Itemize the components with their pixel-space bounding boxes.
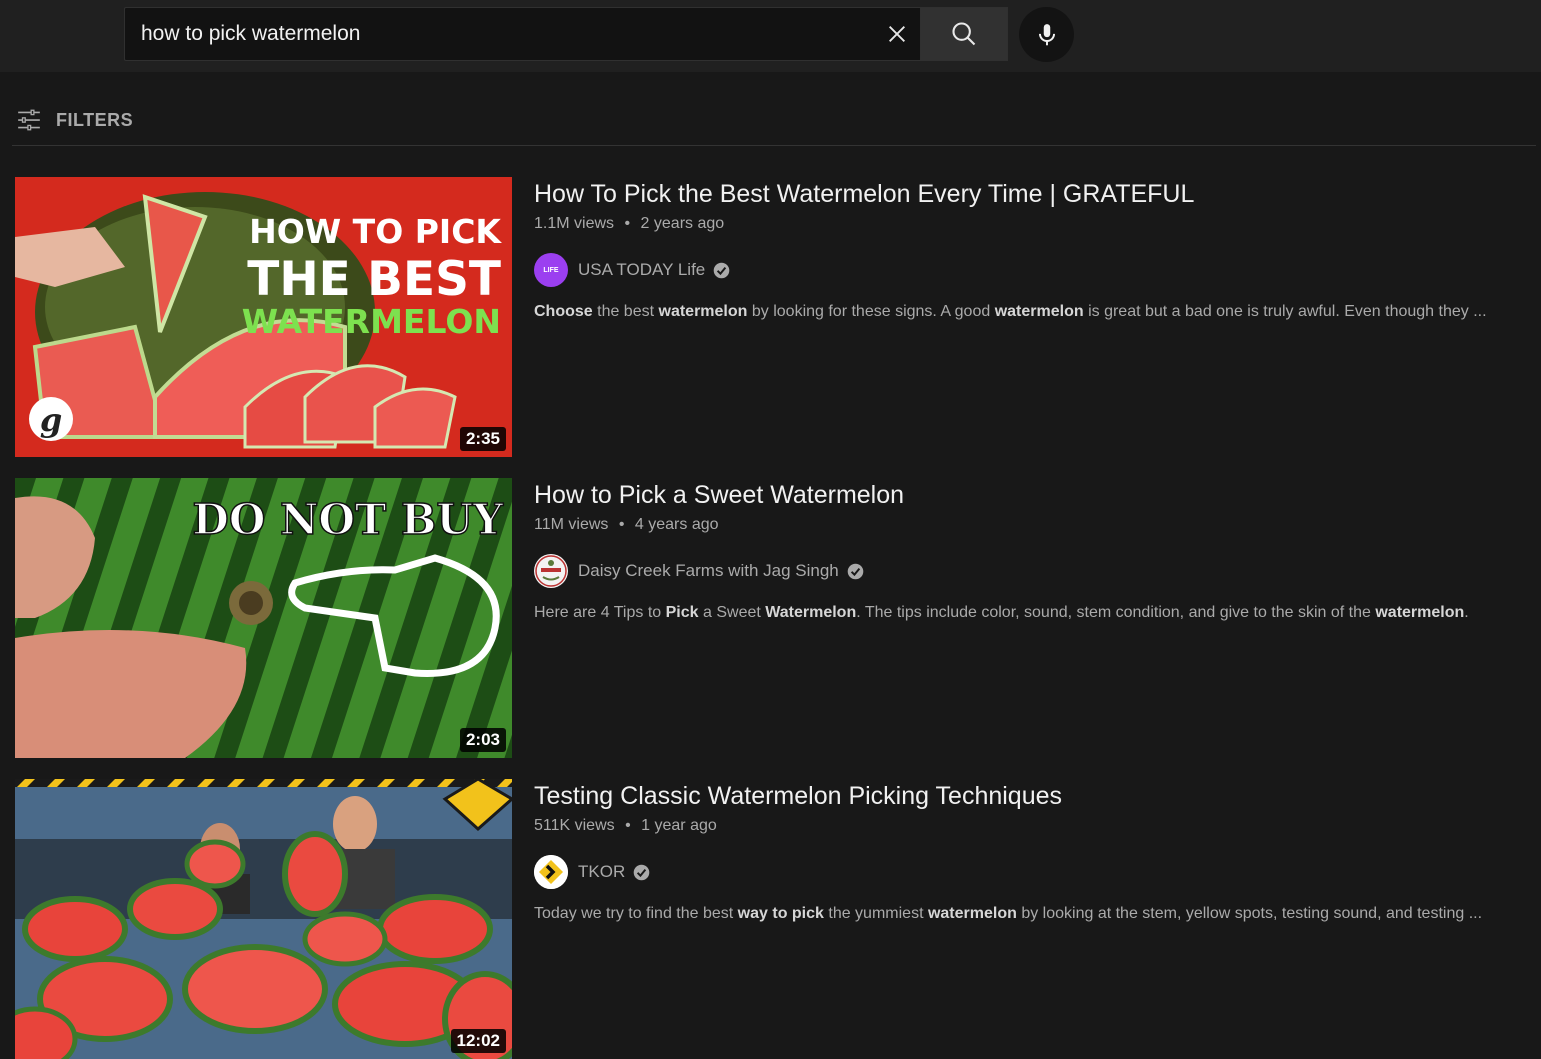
tkor-logo-icon xyxy=(534,855,568,889)
highlighted-keyword: watermelon xyxy=(994,303,1084,320)
thumbnail-text-line: HOW TO PICK xyxy=(249,212,502,251)
video-info: Testing Classic Watermelon Picking Techn… xyxy=(534,779,1524,925)
video-description: Today we try to find the best way to pic… xyxy=(534,903,1514,925)
search-input[interactable] xyxy=(141,8,861,60)
verified-badge xyxy=(713,262,730,279)
channel-avatar xyxy=(534,554,568,588)
video-result: 12:02 Testing Classic Watermelon Picking… xyxy=(15,779,1525,1059)
highlighted-keyword: watermelon xyxy=(658,303,748,320)
search-box xyxy=(124,7,920,61)
highlighted-keyword: watermelon xyxy=(1375,604,1465,621)
video-meta: 11M views • 4 years ago xyxy=(534,514,1524,536)
clear-search-button[interactable] xyxy=(877,14,917,54)
highlighted-keyword: watermelon xyxy=(927,905,1017,922)
video-title[interactable]: Testing Classic Watermelon Picking Techn… xyxy=(534,779,1524,813)
view-count: 511K views xyxy=(534,817,615,834)
search-button[interactable] xyxy=(920,7,1008,61)
description-text: . The tips include color, sound, stem co… xyxy=(856,604,1376,621)
thumbnail-text-line: DO NOT BUY xyxy=(192,495,504,544)
upload-age: 4 years ago xyxy=(634,516,719,533)
video-duration: 2:03 xyxy=(459,728,506,752)
description-text: is great but a bad one is truly awful. E… xyxy=(1083,303,1487,320)
verified-badge xyxy=(847,563,864,580)
description-text: . xyxy=(1464,604,1469,621)
video-meta: 511K views • 1 year ago xyxy=(534,815,1524,837)
thumbnail-text-line: WATERMELON xyxy=(242,302,501,341)
highlighted-keyword: Pick xyxy=(665,604,699,621)
channel-avatar: LIFE xyxy=(534,253,568,287)
highlighted-keyword: way to pick xyxy=(737,905,824,922)
video-description: Here are 4 Tips to Pick a Sweet Watermel… xyxy=(534,602,1514,624)
description-text: a Sweet xyxy=(698,604,766,621)
meta-separator: • xyxy=(625,817,631,834)
description-text: Today we try to find the best xyxy=(534,905,738,922)
description-text: Here are 4 Tips to xyxy=(534,604,666,621)
check-circle-icon xyxy=(713,262,730,278)
video-info: How to Pick a Sweet Watermelon 11M views… xyxy=(534,478,1524,624)
video-description: Choose the best watermelon by looking fo… xyxy=(534,301,1514,323)
voice-search-button[interactable] xyxy=(1019,7,1074,62)
video-duration: 2:35 xyxy=(459,427,506,451)
channel-link[interactable]: Daisy Creek Farms with Jag Singh xyxy=(534,554,1524,588)
thumbnail-image: g HOW TO PICK THE BEST WATERMELON xyxy=(15,177,512,457)
check-circle-icon xyxy=(633,864,650,880)
verified-badge xyxy=(633,864,650,881)
description-text: by looking at the stem, yellow spots, te… xyxy=(1016,905,1483,922)
video-result: g HOW TO PICK THE BEST WATERMELON 2:35 H… xyxy=(15,177,1525,457)
video-title[interactable]: How to Pick a Sweet Watermelon xyxy=(534,478,1524,512)
video-thumbnail[interactable]: 12:02 xyxy=(15,779,512,1059)
description-text: by looking for these signs. A good xyxy=(747,303,995,320)
video-thumbnail[interactable]: g HOW TO PICK THE BEST WATERMELON 2:35 xyxy=(15,177,512,457)
description-text: the best xyxy=(592,303,659,320)
channel-name: USA TODAY Life xyxy=(578,260,706,279)
video-result: DO NOT BUY 2:03 How to Pick a Sweet Wate… xyxy=(15,478,1525,758)
farm-logo-icon xyxy=(535,555,567,587)
thumbnail-text-line: THE BEST xyxy=(247,252,501,307)
meta-separator: • xyxy=(624,215,631,232)
filters-button[interactable]: FILTERS xyxy=(16,104,133,136)
search-icon xyxy=(952,22,976,46)
avatar-label: LIFE xyxy=(543,266,559,274)
upload-age: 2 years ago xyxy=(640,215,725,232)
top-bar xyxy=(0,0,1541,72)
channel-link[interactable]: LIFE USA TODAY Life xyxy=(534,253,1524,287)
view-count: 1.1M views xyxy=(534,215,615,232)
thumbnail-image: DO NOT BUY xyxy=(15,478,512,758)
channel-name: Daisy Creek Farms with Jag Singh xyxy=(578,561,839,580)
description-text: the yummiest xyxy=(823,905,928,922)
mic-icon xyxy=(1038,23,1055,45)
highlighted-keyword: Choose xyxy=(534,303,593,320)
sliders-icon xyxy=(18,109,40,131)
video-meta: 1.1M views • 2 years ago xyxy=(534,213,1524,235)
upload-age: 1 year ago xyxy=(641,817,717,834)
video-duration: 12:02 xyxy=(450,1029,506,1053)
channel-name: TKOR xyxy=(578,862,626,881)
video-thumbnail[interactable]: DO NOT BUY 2:03 xyxy=(15,478,512,758)
channel-link[interactable]: TKOR xyxy=(534,855,1524,889)
meta-separator: • xyxy=(618,516,625,533)
view-count: 11M views xyxy=(534,516,609,533)
highlighted-keyword: Watermelon xyxy=(765,604,857,621)
video-info: How To Pick the Best Watermelon Every Ti… xyxy=(534,177,1524,323)
channel-avatar xyxy=(534,855,568,889)
check-circle-icon xyxy=(847,563,864,579)
divider xyxy=(12,145,1536,146)
filters-label: FILTERS xyxy=(56,109,134,130)
thumbnail-image xyxy=(15,779,512,1059)
close-icon xyxy=(889,26,905,42)
video-title[interactable]: How To Pick the Best Watermelon Every Ti… xyxy=(534,177,1524,211)
brand-logo: g xyxy=(40,401,62,439)
